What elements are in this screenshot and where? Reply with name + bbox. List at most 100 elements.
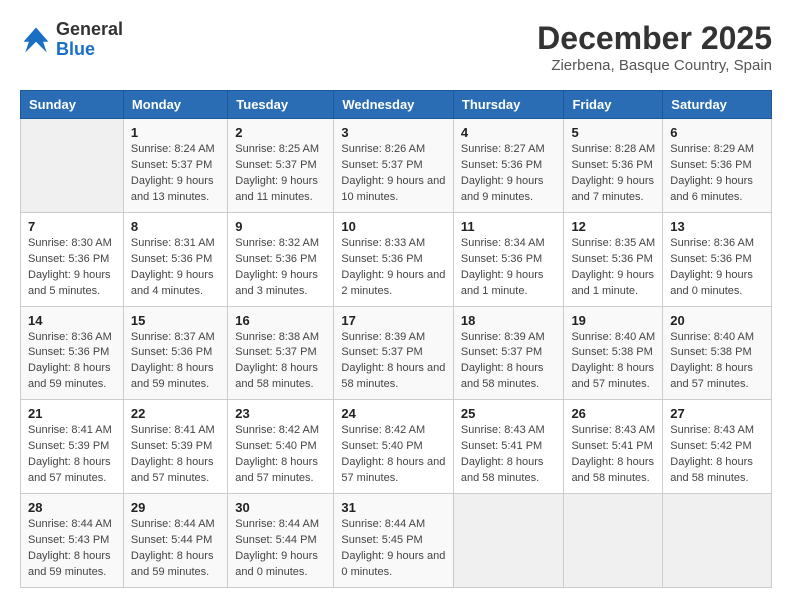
day-info: Sunrise: 8:36 AMSunset: 5:36 PMDaylight:… bbox=[28, 330, 116, 394]
logo-blue-text: Blue bbox=[56, 39, 95, 59]
day-info: Sunrise: 8:32 AMSunset: 5:36 PMDaylight:… bbox=[235, 236, 326, 300]
header-sunday: Sunday bbox=[21, 91, 124, 119]
table-row: 19 Sunrise: 8:40 AMSunset: 5:38 PMDayligh… bbox=[564, 306, 663, 400]
day-number: 7 bbox=[28, 219, 116, 234]
day-info: Sunrise: 8:33 AMSunset: 5:36 PMDaylight:… bbox=[341, 236, 445, 300]
table-row: 18 Sunrise: 8:39 AMSunset: 5:37 PMDayligh… bbox=[453, 306, 564, 400]
day-number: 20 bbox=[670, 313, 764, 328]
table-row: 4 Sunrise: 8:27 AMSunset: 5:36 PMDaylight… bbox=[453, 119, 564, 213]
day-info: Sunrise: 8:43 AMSunset: 5:42 PMDaylight:… bbox=[670, 423, 764, 487]
day-number: 2 bbox=[235, 125, 326, 140]
day-info: Sunrise: 8:39 AMSunset: 5:37 PMDaylight:… bbox=[341, 330, 445, 394]
day-info: Sunrise: 8:41 AMSunset: 5:39 PMDaylight:… bbox=[131, 423, 220, 487]
day-number: 13 bbox=[670, 219, 764, 234]
header-wednesday: Wednesday bbox=[334, 91, 453, 119]
day-info: Sunrise: 8:37 AMSunset: 5:36 PMDaylight:… bbox=[131, 330, 220, 394]
table-row: 13 Sunrise: 8:36 AMSunset: 5:36 PMDayligh… bbox=[663, 212, 772, 306]
table-row: 11 Sunrise: 8:34 AMSunset: 5:36 PMDayligh… bbox=[453, 212, 564, 306]
day-number: 26 bbox=[571, 406, 655, 421]
table-row: 1Sunrise: 8:24 AMSunset: 5:37 PMDaylight… bbox=[123, 119, 227, 213]
table-row bbox=[663, 494, 772, 588]
day-info: Sunrise: 8:44 AMSunset: 5:45 PMDaylight:… bbox=[341, 517, 445, 581]
table-row: 26 Sunrise: 8:43 AMSunset: 5:41 PMDayligh… bbox=[564, 400, 663, 494]
table-row bbox=[453, 494, 564, 588]
day-number: 9 bbox=[235, 219, 326, 234]
day-number: 29 bbox=[131, 500, 220, 515]
day-number: 18 bbox=[461, 313, 557, 328]
header-thursday: Thursday bbox=[453, 91, 564, 119]
day-info: Sunrise: 8:26 AMSunset: 5:37 PMDaylight:… bbox=[341, 142, 445, 206]
table-row: 21 Sunrise: 8:41 AMSunset: 5:39 PMDayligh… bbox=[21, 400, 124, 494]
header-friday: Friday bbox=[564, 91, 663, 119]
day-info: Sunrise: 8:44 AMSunset: 5:44 PMDaylight:… bbox=[131, 517, 220, 581]
logo: General Blue bbox=[20, 20, 123, 60]
calendar-header-row: Sunday Monday Tuesday Wednesday Thursday… bbox=[21, 91, 772, 119]
day-number: 17 bbox=[341, 313, 445, 328]
day-number: 14 bbox=[28, 313, 116, 328]
day-number: 30 bbox=[235, 500, 326, 515]
day-info: Sunrise: 8:28 AMSunset: 5:36 PMDaylight:… bbox=[571, 142, 655, 206]
day-number: 3 bbox=[341, 125, 445, 140]
month-year-title: December 2025 bbox=[537, 20, 772, 57]
table-row: 7 Sunrise: 8:30 AMSunset: 5:36 PMDaylight… bbox=[21, 212, 124, 306]
day-number: 1 bbox=[131, 125, 220, 140]
day-info: Sunrise: 8:44 AMSunset: 5:43 PMDaylight:… bbox=[28, 517, 116, 581]
table-row bbox=[21, 119, 124, 213]
day-number: 16 bbox=[235, 313, 326, 328]
day-info: Sunrise: 8:42 AMSunset: 5:40 PMDaylight:… bbox=[341, 423, 445, 487]
day-number: 10 bbox=[341, 219, 445, 234]
table-row: 24 Sunrise: 8:42 AMSunset: 5:40 PMDayligh… bbox=[334, 400, 453, 494]
table-row: 22 Sunrise: 8:41 AMSunset: 5:39 PMDayligh… bbox=[123, 400, 227, 494]
table-row: 15 Sunrise: 8:37 AMSunset: 5:36 PMDayligh… bbox=[123, 306, 227, 400]
day-number: 5 bbox=[571, 125, 655, 140]
table-row: 25Sunrise: 8:43 AMSunset: 5:41 PMDayligh… bbox=[453, 400, 564, 494]
day-number: 12 bbox=[571, 219, 655, 234]
day-number: 21 bbox=[28, 406, 116, 421]
table-row: 14 Sunrise: 8:36 AMSunset: 5:36 PMDayligh… bbox=[21, 306, 124, 400]
title-block: December 2025 Zierbena, Basque Country, … bbox=[537, 20, 772, 74]
table-row: 8Sunrise: 8:31 AMSunset: 5:36 PMDaylight… bbox=[123, 212, 227, 306]
day-info: Sunrise: 8:43 AMSunset: 5:41 PMDaylight:… bbox=[571, 423, 655, 487]
day-number: 24 bbox=[341, 406, 445, 421]
header-monday: Monday bbox=[123, 91, 227, 119]
day-info: Sunrise: 8:41 AMSunset: 5:39 PMDaylight:… bbox=[28, 423, 116, 487]
table-row: 5 Sunrise: 8:28 AMSunset: 5:36 PMDaylight… bbox=[564, 119, 663, 213]
day-number: 28 bbox=[28, 500, 116, 515]
day-info: Sunrise: 8:39 AMSunset: 5:37 PMDaylight:… bbox=[461, 330, 557, 394]
day-number: 31 bbox=[341, 500, 445, 515]
day-number: 27 bbox=[670, 406, 764, 421]
day-info: Sunrise: 8:34 AMSunset: 5:36 PMDaylight:… bbox=[461, 236, 557, 300]
day-number: 4 bbox=[461, 125, 557, 140]
logo-icon bbox=[20, 24, 52, 56]
day-info: Sunrise: 8:40 AMSunset: 5:38 PMDaylight:… bbox=[571, 330, 655, 394]
table-row: 23Sunrise: 8:42 AMSunset: 5:40 PMDayligh… bbox=[228, 400, 334, 494]
table-row: 9 Sunrise: 8:32 AMSunset: 5:36 PMDaylight… bbox=[228, 212, 334, 306]
calendar-week-row: 14 Sunrise: 8:36 AMSunset: 5:36 PMDayligh… bbox=[21, 306, 772, 400]
day-number: 15 bbox=[131, 313, 220, 328]
day-info: Sunrise: 8:38 AMSunset: 5:37 PMDaylight:… bbox=[235, 330, 326, 394]
day-number: 22 bbox=[131, 406, 220, 421]
table-row: 29 Sunrise: 8:44 AMSunset: 5:44 PMDayligh… bbox=[123, 494, 227, 588]
day-number: 6 bbox=[670, 125, 764, 140]
table-row: 6 Sunrise: 8:29 AMSunset: 5:36 PMDaylight… bbox=[663, 119, 772, 213]
calendar-week-row: 28 Sunrise: 8:44 AMSunset: 5:43 PMDayligh… bbox=[21, 494, 772, 588]
calendar-week-row: 1Sunrise: 8:24 AMSunset: 5:37 PMDaylight… bbox=[21, 119, 772, 213]
day-info: Sunrise: 8:29 AMSunset: 5:36 PMDaylight:… bbox=[670, 142, 764, 206]
location-text: Zierbena, Basque Country, Spain bbox=[537, 57, 772, 74]
table-row: 17 Sunrise: 8:39 AMSunset: 5:37 PMDayligh… bbox=[334, 306, 453, 400]
page-header: General Blue December 2025 Zierbena, Bas… bbox=[20, 20, 772, 74]
table-row: 31 Sunrise: 8:44 AMSunset: 5:45 PMDayligh… bbox=[334, 494, 453, 588]
table-row: 30Sunrise: 8:44 AMSunset: 5:44 PMDayligh… bbox=[228, 494, 334, 588]
day-info: Sunrise: 8:36 AMSunset: 5:36 PMDaylight:… bbox=[670, 236, 764, 300]
day-number: 11 bbox=[461, 219, 557, 234]
day-info: Sunrise: 8:40 AMSunset: 5:38 PMDaylight:… bbox=[670, 330, 764, 394]
day-info: Sunrise: 8:43 AMSunset: 5:41 PMDaylight:… bbox=[461, 423, 557, 487]
day-info: Sunrise: 8:30 AMSunset: 5:36 PMDaylight:… bbox=[28, 236, 116, 300]
day-info: Sunrise: 8:27 AMSunset: 5:36 PMDaylight:… bbox=[461, 142, 557, 206]
table-row: 27 Sunrise: 8:43 AMSunset: 5:42 PMDayligh… bbox=[663, 400, 772, 494]
table-row: 2Sunrise: 8:25 AMSunset: 5:37 PMDaylight… bbox=[228, 119, 334, 213]
table-row bbox=[564, 494, 663, 588]
day-number: 19 bbox=[571, 313, 655, 328]
day-number: 8 bbox=[131, 219, 220, 234]
header-saturday: Saturday bbox=[663, 91, 772, 119]
